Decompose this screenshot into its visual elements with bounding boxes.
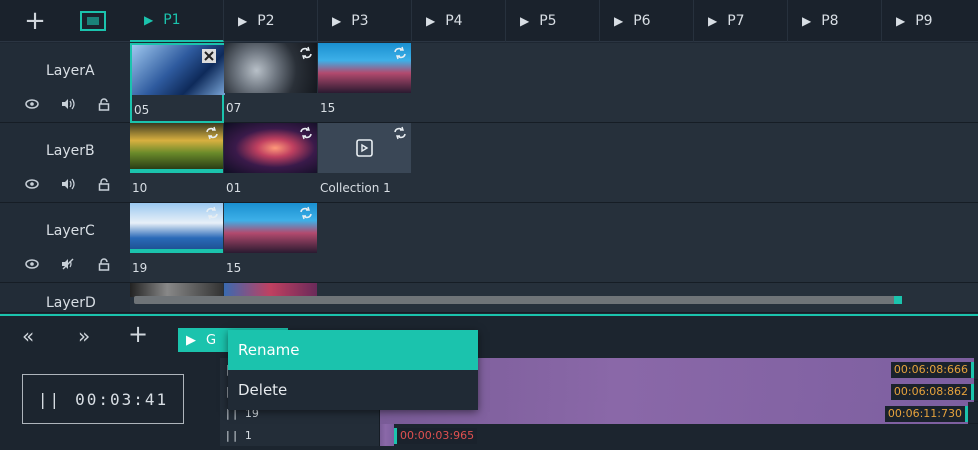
clip-cell[interactable]: 15 bbox=[318, 43, 412, 123]
clip-row-b: 10 01 Collection 1 bbox=[130, 123, 978, 203]
horizontal-scrollbar[interactable] bbox=[134, 296, 902, 304]
layer-panel: LayerA LayerB LayerC LayerD bbox=[0, 43, 130, 313]
current-time: 00:03:41 bbox=[75, 389, 169, 409]
page-tab-bar: + ▶ P1 ▶ P2 ▶ P3 ▶ P4 ▶ P5 ▶ P6 ▶ P7 ▶ P8 ▶ P9 bbox=[0, 0, 978, 42]
layer-row-b[interactable]: LayerB bbox=[0, 123, 130, 203]
speaker-muted-icon[interactable] bbox=[60, 256, 76, 272]
loop-icon bbox=[300, 126, 312, 140]
play-icon: ▶ bbox=[896, 14, 906, 28]
timeline-panel: « » + ▶G || 00:03:41 | 00:06:08:666 | 00… bbox=[0, 314, 978, 450]
layer-name: LayerB bbox=[46, 143, 95, 159]
tab-p7[interactable]: ▶ P7 bbox=[694, 0, 788, 42]
clip-cell[interactable]: Collection 1 bbox=[318, 123, 412, 203]
clip-cell[interactable]: 05 bbox=[130, 43, 225, 123]
play-icon: ▶ bbox=[238, 14, 248, 28]
play-icon: ▶ bbox=[332, 14, 342, 28]
lock-icon[interactable] bbox=[96, 176, 112, 192]
clip-row-a: 05 07 15 bbox=[130, 43, 978, 123]
tab-p5[interactable]: ▶ P5 bbox=[506, 0, 600, 42]
loop-icon bbox=[206, 126, 218, 140]
loop-icon bbox=[300, 46, 312, 60]
pause-icon: || bbox=[37, 389, 62, 409]
close-icon[interactable] bbox=[202, 49, 216, 63]
timeline-toolbar: « » + ▶ G bbox=[0, 316, 978, 356]
tab-p8[interactable]: ▶ P8 bbox=[788, 0, 882, 42]
clip-row-c: 19 15 bbox=[130, 203, 978, 283]
pause-icon: | | bbox=[226, 428, 237, 442]
loop-icon bbox=[394, 46, 406, 60]
app-window: + ▶ P1 ▶ P2 ▶ P3 ▶ P4 ▶ P5 ▶ P6 ▶ P7 ▶ P8 ▶ P9 La… bbox=[0, 0, 978, 450]
clip-label: 01 bbox=[226, 181, 242, 195]
tab-p2[interactable]: ▶ P2 bbox=[224, 0, 318, 42]
previous-icon[interactable]: « bbox=[22, 324, 34, 348]
play-icon: ▶ bbox=[144, 13, 154, 27]
page-tabs: ▶ P1 ▶ P2 ▶ P3 ▶ P4 ▶ P5 ▶ P6 ▶ P7 ▶ P8 ▶ P9 bbox=[130, 0, 968, 42]
duration-label: 00:06:11:730 bbox=[884, 406, 968, 422]
menu-item-rename[interactable]: Rename bbox=[228, 330, 478, 370]
clip-label: 15 bbox=[226, 261, 242, 275]
loop-icon bbox=[394, 126, 406, 140]
clip-cell[interactable]: 10 bbox=[130, 123, 224, 203]
clip-cell[interactable]: 07 bbox=[224, 43, 318, 123]
next-icon[interactable]: » bbox=[78, 324, 90, 348]
clip-label: 05 bbox=[134, 103, 150, 117]
plus-icon[interactable]: + bbox=[128, 320, 148, 348]
lock-icon[interactable] bbox=[96, 256, 112, 272]
fit-screen-icon[interactable] bbox=[78, 8, 108, 34]
tab-p4[interactable]: ▶ P4 bbox=[412, 0, 506, 42]
play-icon: ▶ bbox=[802, 14, 812, 28]
lock-icon[interactable] bbox=[96, 96, 112, 112]
eye-icon[interactable] bbox=[24, 96, 40, 112]
play-icon: ▶ bbox=[614, 14, 624, 28]
clip-label: 10 bbox=[132, 181, 148, 195]
clip-thumbnail bbox=[130, 283, 223, 297]
clip-cell[interactable]: 15 bbox=[224, 203, 318, 283]
eye-icon[interactable] bbox=[24, 176, 40, 192]
clip-thumbnail bbox=[224, 283, 317, 297]
tab-p1[interactable]: ▶ P1 bbox=[130, 0, 224, 42]
play-icon: ▶ bbox=[426, 14, 436, 28]
menu-item-delete[interactable]: Delete bbox=[228, 370, 478, 410]
speaker-icon[interactable] bbox=[60, 96, 76, 112]
duration-label: 00:06:08:862 bbox=[890, 384, 974, 400]
clip-cell[interactable]: 01 bbox=[224, 123, 318, 203]
layer-row-d[interactable]: LayerD bbox=[0, 283, 130, 313]
time-display[interactable]: || 00:03:41 bbox=[22, 374, 184, 424]
layer-name: LayerA bbox=[46, 63, 95, 79]
tab-p9[interactable]: ▶ P9 bbox=[882, 0, 968, 42]
progress-bar bbox=[130, 169, 223, 173]
plus-icon[interactable]: + bbox=[22, 8, 48, 34]
clip-label: Collection 1 bbox=[320, 181, 391, 195]
eye-icon[interactable] bbox=[24, 256, 40, 272]
track-header: | | 1 bbox=[220, 424, 380, 446]
duration-label: 00:06:08:666 bbox=[890, 362, 974, 378]
play-icon: ▶ bbox=[186, 332, 196, 348]
context-menu: Rename Delete bbox=[228, 330, 478, 410]
clip-label: 07 bbox=[226, 101, 242, 115]
clip-cell[interactable]: 19 bbox=[130, 203, 224, 283]
layer-name: LayerD bbox=[46, 295, 96, 311]
timeline-track[interactable]: | | 1 00:00:03:965 bbox=[220, 424, 978, 446]
speaker-icon[interactable] bbox=[60, 176, 76, 192]
collection-icon bbox=[355, 139, 373, 157]
loop-icon bbox=[206, 206, 218, 220]
tab-p6[interactable]: ▶ P6 bbox=[600, 0, 694, 42]
play-icon: ▶ bbox=[520, 14, 530, 28]
tab-p3[interactable]: ▶ P3 bbox=[318, 0, 412, 42]
layer-name: LayerC bbox=[46, 223, 95, 239]
clip-bar[interactable] bbox=[380, 424, 394, 446]
scrollbar-handle[interactable] bbox=[894, 296, 902, 304]
layer-row-c[interactable]: LayerC bbox=[0, 203, 130, 283]
duration-label: 00:00:03:965 bbox=[394, 428, 478, 444]
play-icon: ▶ bbox=[708, 14, 718, 28]
loop-icon bbox=[300, 206, 312, 220]
clip-label: 19 bbox=[132, 261, 148, 275]
progress-bar bbox=[130, 249, 223, 253]
clip-grid: 05 07 15 10 01 Collection 1 19 15 bbox=[130, 43, 978, 313]
clip-label: 15 bbox=[320, 101, 336, 115]
layer-row-a[interactable]: LayerA bbox=[0, 43, 130, 123]
